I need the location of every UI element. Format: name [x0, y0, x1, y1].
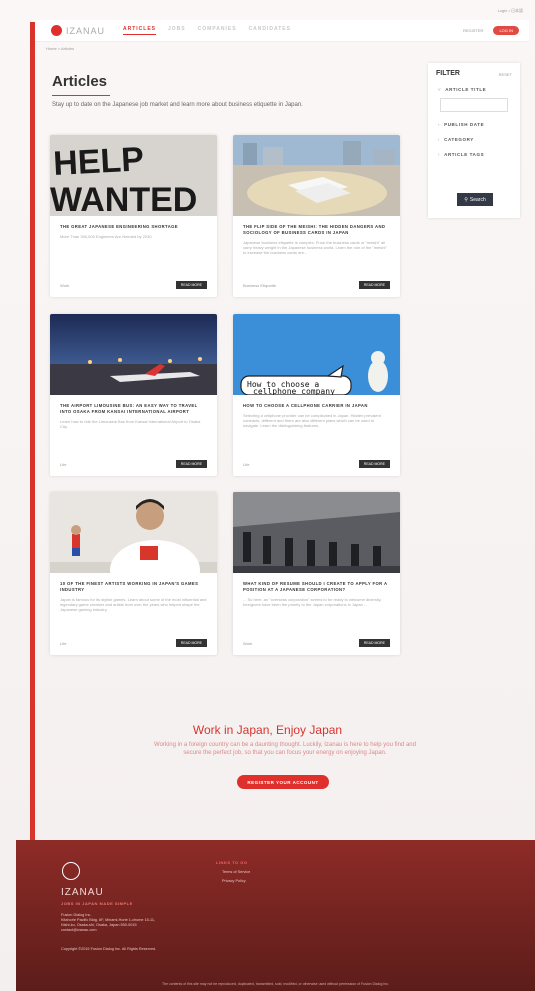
filter-item-publish-date[interactable]: › PUBLISH DATE: [438, 122, 512, 127]
page-title: Articles: [52, 73, 108, 90]
chevron-down-icon: ˅: [438, 87, 442, 92]
svg-text:WANTED: WANTED: [50, 181, 197, 216]
header-actions: REGISTER LOG IN: [463, 26, 519, 35]
svg-text:cellphone company: cellphone company: [253, 387, 335, 395]
read-more-button[interactable]: READ MORE: [175, 460, 207, 468]
cta-text: Working in a foreign country can be a da…: [154, 742, 416, 756]
article-image-cellphone[interactable]: How to choose a cellphone company: [233, 314, 400, 395]
article-footer: Life READ MORE: [60, 639, 207, 647]
filter-item-category[interactable]: › CATEGORY: [438, 137, 512, 142]
filter-title: FILTER: [436, 70, 460, 77]
search-icon: ⚲: [464, 196, 468, 203]
svg-text:HELP: HELP: [52, 140, 145, 183]
read-more-button[interactable]: READ MORE: [358, 281, 390, 289]
main-nav: ARTICLES JOBS COMPANIES CANDIDATES: [123, 26, 291, 35]
article-card[interactable]: The Airport Limousine Bus: An Easy Way t…: [50, 314, 217, 476]
article-tag[interactable]: Life: [60, 641, 66, 646]
article-image-help-wanted[interactable]: HELP WANTED: [50, 135, 217, 216]
article-card[interactable]: What Kind of Resume Should I Create to A…: [233, 492, 400, 655]
filter-item-label: ARTICLE TAGS: [444, 152, 485, 157]
article-card[interactable]: 10 of the Finest Artists Working in Japa…: [50, 492, 217, 655]
read-more-button[interactable]: READ MORE: [358, 460, 390, 468]
article-tag[interactable]: Business Etiquette: [243, 283, 276, 288]
article-footer: Life READ MORE: [60, 460, 207, 468]
article-image-meishi[interactable]: [233, 135, 400, 216]
article-title[interactable]: The Flip Side of the Meishi: The Hidden …: [243, 224, 390, 236]
article-title[interactable]: The Great Japanese Engineering Shortage: [60, 224, 207, 230]
accent-bar: [30, 22, 35, 840]
footer-logo-icon: [62, 862, 80, 880]
filter-item-label: CATEGORY: [444, 137, 474, 142]
article-footer: Business Etiquette READ MORE: [243, 281, 390, 289]
article-title[interactable]: 10 of the Finest Artists Working in Japa…: [60, 581, 207, 593]
read-more-button[interactable]: READ MORE: [175, 281, 207, 289]
logo[interactable]: IZANAU: [51, 25, 105, 36]
filter-header: FILTER RESET: [436, 70, 512, 77]
article-image-artist[interactable]: [50, 492, 217, 573]
footer-links: LINKS TO GO Terms of Service Privacy Pol…: [216, 860, 250, 883]
filter-panel: FILTER RESET ˅ ARTICLE TITLE › PUBLISH D…: [428, 63, 520, 218]
article-excerpt: Japan is famous for its stylish games. L…: [60, 597, 207, 612]
page-subtitle: Stay up to date on the Japanese job mark…: [52, 102, 303, 108]
article-image-airport[interactable]: [50, 314, 217, 395]
register-link[interactable]: REGISTER: [463, 28, 483, 33]
article-footer: Work READ MORE: [60, 281, 207, 289]
article-excerpt: ... So here, an "overseas corporation" s…: [243, 597, 382, 607]
article-excerpt: Japanese business etiquette is complex. …: [243, 240, 387, 255]
filter-item-article-title[interactable]: ˅ ARTICLE TITLE: [438, 87, 512, 92]
article-title-input[interactable]: [440, 98, 508, 112]
filter-item-article-tags[interactable]: › ARTICLE TAGS: [438, 152, 512, 157]
filter-item-label: PUBLISH DATE: [444, 122, 485, 127]
article-card[interactable]: HELP WANTED The Great Japanese Engineeri…: [50, 135, 217, 297]
address-email[interactable]: contact@izanau.com: [61, 928, 155, 933]
read-more-button[interactable]: READ MORE: [358, 639, 390, 647]
breadcrumb[interactable]: Home > Articles: [46, 46, 74, 51]
footer-brand: IZANAU: [61, 887, 104, 898]
article-excerpt: Selecting a cellphone provider can be co…: [243, 413, 381, 428]
article-excerpt: Learn how to ride the Limousine Bus from…: [60, 419, 201, 429]
footer-copyright: Copyright ©2019 Fusion Dialog Inc. All R…: [61, 947, 157, 951]
login-button[interactable]: LOG IN: [493, 26, 519, 35]
article-image-resume[interactable]: [233, 492, 400, 573]
article-title[interactable]: The Airport Limousine Bus: An Easy Way t…: [60, 403, 207, 415]
article-tag[interactable]: Work: [60, 283, 69, 288]
footer-disclaimer: The contents of this site may not be rep…: [161, 982, 390, 986]
chevron-right-icon: ›: [438, 122, 441, 127]
chevron-right-icon: ›: [438, 137, 441, 142]
article-title[interactable]: What Kind of Resume Should I Create to A…: [243, 581, 390, 593]
nav-companies[interactable]: COMPANIES: [198, 26, 237, 35]
nav-candidates[interactable]: CANDIDATES: [249, 26, 291, 35]
article-tag[interactable]: Life: [60, 462, 66, 467]
nav-jobs[interactable]: JOBS: [168, 26, 186, 35]
logo-circle-icon: [51, 25, 62, 36]
logo-text: IZANAU: [66, 25, 106, 36]
footer-tagline: JOBS IN JAPAN MADE SIMPLE: [61, 901, 133, 906]
article-tag[interactable]: Life: [243, 462, 249, 467]
top-login-link[interactable]: Login • 日本語: [498, 8, 523, 14]
read-more-button[interactable]: READ MORE: [175, 639, 207, 647]
article-excerpt: More Than 300,000 Engineers Are Needed b…: [60, 234, 152, 239]
top-navigation: IZANAU ARTICLES JOBS COMPANIES CANDIDATE…: [35, 20, 529, 42]
register-account-button[interactable]: REGISTER YOUR ACCOUNT: [237, 775, 329, 789]
footer-address: Fusion Dialog Inc. Kitahorie Pacific Bld…: [61, 913, 155, 933]
article-footer: Work READ MORE: [243, 639, 390, 647]
article-card[interactable]: How to choose a cellphone company How to…: [233, 314, 400, 476]
title-underline: [52, 95, 110, 96]
chevron-right-icon: ›: [438, 152, 441, 157]
article-title[interactable]: How to Choose a Cellphone Carrier in Jap…: [243, 403, 390, 409]
privacy-link[interactable]: Privacy Policy: [222, 879, 250, 883]
filter-reset-link[interactable]: RESET: [499, 72, 512, 77]
nav-articles[interactable]: ARTICLES: [123, 26, 157, 35]
article-footer: Life READ MORE: [243, 460, 390, 468]
footer-links-heading: LINKS TO GO: [216, 860, 248, 865]
terms-link[interactable]: Terms of Service: [222, 870, 250, 874]
article-card[interactable]: The Flip Side of the Meishi: The Hidden …: [233, 135, 400, 297]
article-tag[interactable]: Work: [243, 641, 252, 646]
search-button[interactable]: ⚲ Search: [457, 193, 493, 206]
filter-item-label: ARTICLE TITLE: [445, 87, 487, 92]
cta-title: Work in Japan, Enjoy Japan: [192, 723, 343, 737]
search-button-label: Search: [469, 196, 486, 203]
footer: IZANAU JOBS IN JAPAN MADE SIMPLE Fusion …: [16, 840, 535, 991]
